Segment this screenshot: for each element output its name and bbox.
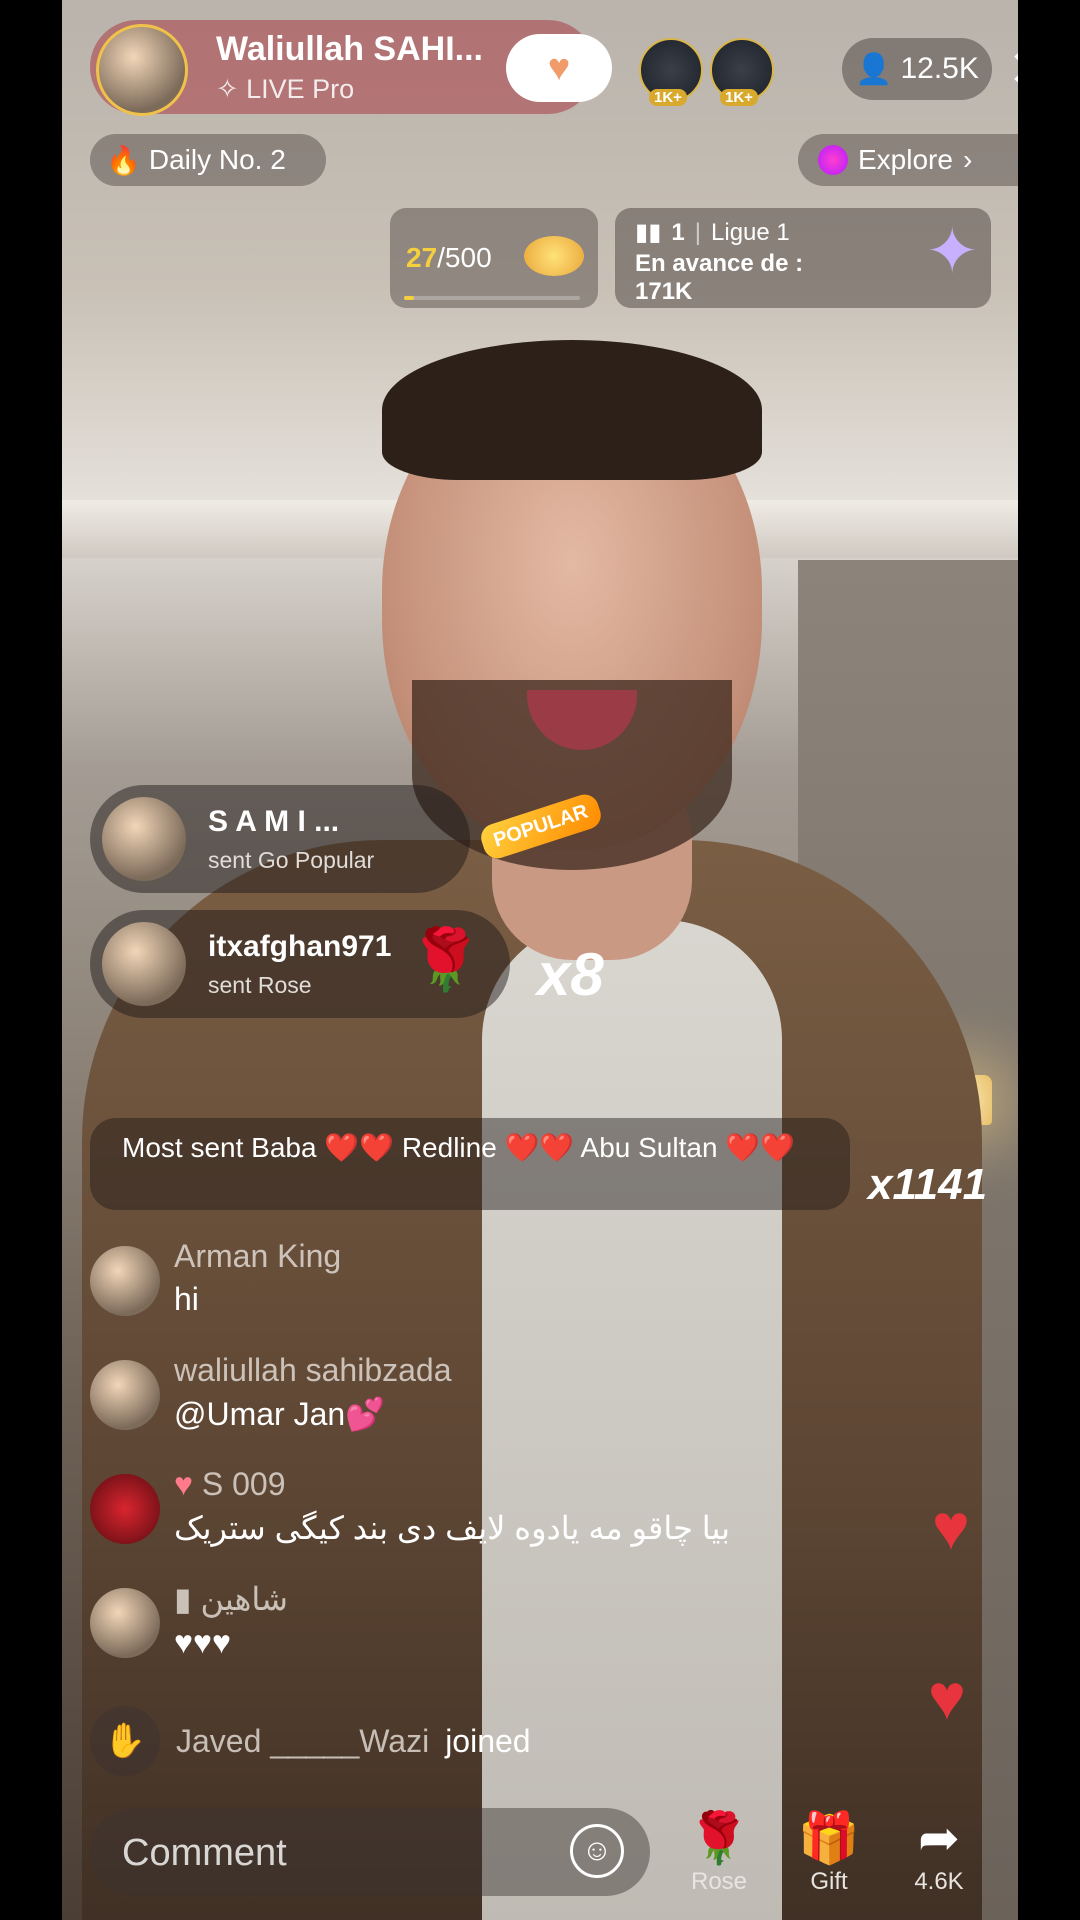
joined-username[interactable]: Javed _____Wazi <box>176 1723 429 1760</box>
gift-sender-name: S A M I ... <box>208 805 340 838</box>
goal-progress-text: 27/500 <box>406 242 492 274</box>
join-notice: ✋ Javed _____Wazi joined <box>90 1706 531 1776</box>
follow-button[interactable]: ♥ <box>506 34 612 102</box>
chat-body: ♥ S 009 بیا چاقو مه یادوه لایف دی بند کی… <box>174 1466 730 1547</box>
chat-avatar[interactable] <box>90 1360 160 1430</box>
gift-sender-avatar <box>102 797 186 881</box>
goal-progress-fill <box>404 296 414 300</box>
emoji-icon[interactable]: ☺ <box>570 1824 624 1878</box>
chat-avatar[interactable] <box>90 1246 160 1316</box>
planet-icon <box>524 236 584 276</box>
streamer-hair <box>382 340 762 480</box>
chat-body: waliullah sahibzada @Umar Jan💕 <box>174 1352 452 1433</box>
joined-action: joined <box>445 1722 531 1759</box>
chat-body: Arman King hi <box>174 1238 341 1318</box>
comment-box[interactable]: ☺ <box>90 1808 650 1898</box>
explore-icon <box>818 145 848 175</box>
host-card[interactable]: Waliullah SAHI... ✧ LIVE Pro ♥ <box>90 20 612 116</box>
comment-input[interactable] <box>120 1808 564 1898</box>
chat-text: hi <box>174 1281 199 1317</box>
league-header: ▮▮ 1 | Ligue 1 <box>635 218 790 247</box>
gift-button[interactable]: 🎁 Gift <box>784 1808 874 1896</box>
chat-avatar[interactable] <box>90 1474 160 1544</box>
gift-count: x8 <box>537 941 604 1008</box>
live-stream-screen: Waliullah SAHI... ✧ LIVE Pro ♥ 1K+ 1K+ 👤… <box>62 0 1018 1920</box>
viewer-tag: 1K+ <box>720 89 758 106</box>
rose-icon: 🌹 <box>687 1810 751 1866</box>
chat-message[interactable]: ▮ شاهین ♥♥♥ <box>90 1580 288 1661</box>
chat-message[interactable]: ♥ S 009 بیا چاقو مه یادوه لایف دی بند کی… <box>90 1466 730 1547</box>
rose-icon: 🌹 <box>408 926 483 993</box>
chat-username[interactable]: Arman King <box>174 1238 341 1275</box>
chat-username[interactable]: ▮ شاهین <box>174 1580 288 1618</box>
chat-message[interactable]: Arman King hi <box>90 1238 341 1318</box>
chat-text: بیا چاقو مه یادوه لایف دی بند کیگی ستریک <box>174 1510 731 1546</box>
goal-current: 27 <box>406 242 438 273</box>
share-icon: ➦ <box>918 1810 960 1866</box>
explore-button[interactable]: Explore › <box>798 134 1018 186</box>
heart-plus-icon: ♥ <box>547 46 571 89</box>
chat-text: ♥♥♥ <box>174 1624 231 1660</box>
combo-count: x1141 <box>868 1160 988 1209</box>
gift-notification[interactable]: itxafghan971 sent Rose 🌹 <box>90 910 510 1018</box>
goal-progress-bar <box>404 296 580 300</box>
fan-badge-icon: ♥ <box>174 1466 202 1502</box>
gift-action: sent Go Popular <box>208 847 375 873</box>
goal-widget[interactable]: 27/500 <box>390 208 598 308</box>
chat-username-text: شاهین <box>200 1581 288 1617</box>
flag-icon: ▮ <box>174 1581 201 1617</box>
flame-icon: 🔥 <box>106 144 141 176</box>
chevron-right-icon: › <box>962 144 973 175</box>
viewer-count-button[interactable]: 👤 12.5K <box>842 38 992 100</box>
rose-button[interactable]: 🌹 Rose <box>674 1808 764 1896</box>
rank-bars-icon: ▮▮ <box>635 219 662 246</box>
share-count: 4.6K <box>914 1868 964 1895</box>
rose-label: Rose <box>690 1868 748 1895</box>
league-name: Ligue 1 <box>711 218 790 246</box>
chat-message[interactable]: waliullah sahibzada @Umar Jan💕 <box>90 1352 452 1433</box>
goal-total: /500 <box>437 242 492 273</box>
gift-notification[interactable]: S A M I ... sent Go Popular POPULAR <box>90 785 605 893</box>
chat-username[interactable]: waliullah sahibzada <box>174 1352 452 1389</box>
gift-icon: 🎁 <box>797 1810 861 1866</box>
chat-avatar[interactable] <box>90 1588 160 1658</box>
chat-username[interactable]: ♥ S 009 <box>174 1466 730 1503</box>
league-widget[interactable]: ▮▮ 1 | Ligue 1 En avance de : 171K ✦ <box>615 208 991 308</box>
gift-sender-name: itxafghan971 <box>208 930 392 963</box>
league-lead-text: En avance de : 171K <box>635 250 804 305</box>
host-name: Waliullah SAHI... <box>216 30 483 68</box>
gift-action: sent Rose <box>208 972 312 998</box>
host-avatar[interactable] <box>96 24 188 116</box>
daily-label: Daily No. 2 <box>148 144 286 175</box>
floating-heart-icon: ♥ <box>932 1491 970 1563</box>
explore-label: Explore <box>858 144 953 175</box>
top-viewer-avatar[interactable]: 1K+ <box>639 38 703 106</box>
top-viewer-avatar[interactable]: 1K+ <box>710 38 774 106</box>
chat-username-text: S 009 <box>201 1466 286 1502</box>
daily-ranking-button[interactable]: 🔥 Daily No. 2 <box>90 134 326 186</box>
gift-sender-avatar <box>102 922 186 1006</box>
close-icon[interactable]: ✕ <box>1008 42 1018 96</box>
live-pro-badge: ✧ LIVE Pro <box>216 74 355 104</box>
floating-heart-icon: ♥ <box>928 1661 966 1733</box>
wave-hand-icon: ✋ <box>90 1706 160 1776</box>
viewer-count: 12.5K <box>900 52 979 85</box>
share-button[interactable]: ➦ 4.6K <box>894 1808 984 1896</box>
star-trophy-icon: ✦ <box>925 215 979 287</box>
league-rank: 1 <box>671 218 685 246</box>
most-sent-banner: Most sent Baba ❤️❤️ Redline ❤️❤️ Abu Sul… <box>90 1118 850 1210</box>
viewer-tag: 1K+ <box>649 89 687 106</box>
person-icon: 👤 <box>855 52 893 86</box>
separator: | <box>694 218 702 246</box>
gift-label: Gift <box>810 1868 848 1895</box>
chat-body: ▮ شاهین ♥♥♥ <box>174 1580 288 1661</box>
chat-text: @Umar Jan💕 <box>174 1396 386 1432</box>
